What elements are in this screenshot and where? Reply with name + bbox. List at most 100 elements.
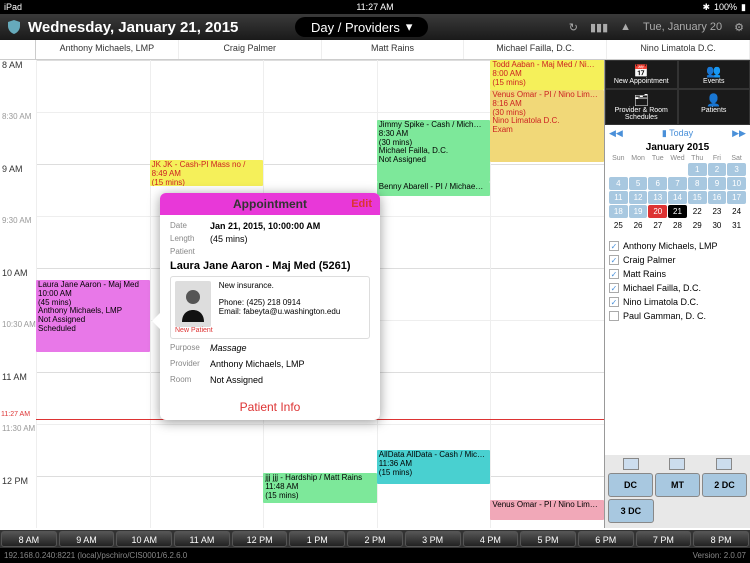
view-selector[interactable]: Day / Providers ▾ bbox=[295, 17, 428, 37]
appointment-block[interactable]: Laura Jane Aaron - Maj Med 10:00 AM (45 … bbox=[36, 280, 150, 352]
appointment-block[interactable]: AllData AllData - Cash / Mic… 11:36 AM (… bbox=[377, 450, 491, 484]
minical-day[interactable]: 27 bbox=[648, 219, 667, 232]
app-header: Wednesday, January 21, 2015 Day / Provid… bbox=[0, 14, 750, 40]
appointment-block[interactable]: Todd Aaban - Maj Med / Ni… 8:00 AM (15 m… bbox=[490, 60, 604, 90]
room-button[interactable]: 2 DC bbox=[702, 473, 747, 497]
minical-day[interactable]: 8 bbox=[688, 177, 707, 190]
hour-jump-button[interactable]: 7 PM bbox=[636, 531, 692, 547]
minical-day[interactable] bbox=[648, 163, 667, 176]
schedules-button[interactable]: 🗂Provider & Room Schedules bbox=[605, 89, 678, 125]
patient-info-button[interactable]: Patient Info bbox=[160, 394, 380, 420]
minical-day[interactable]: 1 bbox=[688, 163, 707, 176]
appointment-block[interactable]: jjj jjj - Hardship / Matt Rains 11:48 AM… bbox=[263, 473, 377, 503]
provider-filter-item[interactable]: ✓Matt Rains bbox=[609, 267, 746, 281]
appointment-block[interactable]: Venus Omar - PI / Nino Lim… 8:16 AM (30 … bbox=[490, 90, 604, 162]
minical-day[interactable]: 12 bbox=[629, 191, 648, 204]
minical-day[interactable] bbox=[629, 163, 648, 176]
device-icon[interactable] bbox=[669, 458, 685, 470]
provider-col: Michael Failla, D.C. bbox=[464, 40, 607, 59]
patients-button[interactable]: 👤Patients bbox=[678, 89, 750, 125]
checkbox-icon[interactable]: ✓ bbox=[609, 255, 619, 265]
time-label: 10 AM bbox=[2, 268, 28, 278]
minical-day[interactable]: 14 bbox=[668, 191, 687, 204]
prev-month-icon[interactable]: ◀◀ bbox=[609, 128, 623, 139]
room-button[interactable]: DC bbox=[608, 473, 653, 497]
hour-jump-button[interactable]: 8 PM bbox=[693, 531, 749, 547]
minical-day[interactable]: 23 bbox=[708, 205, 727, 218]
hour-jump-button[interactable]: 2 PM bbox=[347, 531, 403, 547]
checkbox-icon[interactable]: ✓ bbox=[609, 283, 619, 293]
provider-header-row: Anthony Michaels, LMP Craig Palmer Matt … bbox=[0, 40, 750, 60]
minical-day[interactable]: 9 bbox=[708, 177, 727, 190]
appointment-block[interactable]: Benny Abarell - PI / Michae… bbox=[377, 182, 491, 196]
minical-day[interactable]: 4 bbox=[609, 177, 628, 190]
minical-day[interactable] bbox=[668, 163, 687, 176]
minical-day[interactable]: 17 bbox=[727, 191, 746, 204]
gear-icon[interactable]: ⚙ bbox=[734, 21, 744, 34]
carrier-label: iPad bbox=[4, 2, 22, 12]
next-month-icon[interactable]: ▶▶ bbox=[732, 128, 746, 139]
hour-jump-button[interactable]: 4 PM bbox=[463, 531, 519, 547]
minical-day[interactable]: 15 bbox=[688, 191, 707, 204]
room-button[interactable]: MT bbox=[655, 473, 700, 497]
minical-day[interactable]: 22 bbox=[688, 205, 707, 218]
hour-jump-button[interactable]: 12 PM bbox=[232, 531, 288, 547]
minical-day[interactable]: 10 bbox=[727, 177, 746, 190]
minical-day[interactable] bbox=[609, 163, 628, 176]
minical-day[interactable]: 21 bbox=[668, 205, 687, 218]
checkbox-icon[interactable]: ✓ bbox=[609, 297, 619, 307]
hour-jump-button[interactable]: 8 AM bbox=[1, 531, 57, 547]
minical-day[interactable]: 6 bbox=[648, 177, 667, 190]
minical-day[interactable]: 25 bbox=[609, 219, 628, 232]
prev-day[interactable]: Tue, January 20 bbox=[643, 21, 722, 33]
hour-jump-button[interactable]: 10 AM bbox=[116, 531, 172, 547]
minical-day[interactable]: 24 bbox=[727, 205, 746, 218]
minical-day[interactable]: 30 bbox=[708, 219, 727, 232]
minical-day[interactable]: 29 bbox=[688, 219, 707, 232]
minical-day[interactable]: 31 bbox=[727, 219, 746, 232]
minical-day[interactable]: 3 bbox=[727, 163, 746, 176]
minical-day[interactable]: 11 bbox=[609, 191, 628, 204]
minical-day[interactable]: 16 bbox=[708, 191, 727, 204]
minical-day[interactable]: 2 bbox=[708, 163, 727, 176]
hour-jump-button[interactable]: 5 PM bbox=[520, 531, 576, 547]
patient-name: Laura Jane Aaron - Maj Med (5261) bbox=[170, 260, 370, 272]
minical-day[interactable]: 20 bbox=[648, 205, 667, 218]
checkbox-icon[interactable]: ✓ bbox=[609, 241, 619, 251]
provider-filter-item[interactable]: ✓Anthony Michaels, LMP bbox=[609, 239, 746, 253]
provider-filter-item[interactable]: ✓Michael Failla, D.C. bbox=[609, 281, 746, 295]
alert-icon[interactable]: ▲ bbox=[620, 21, 631, 33]
hour-jump-button[interactable]: 3 PM bbox=[405, 531, 461, 547]
device-icon[interactable] bbox=[623, 458, 639, 470]
provider-filter-item[interactable]: ✓Craig Palmer bbox=[609, 253, 746, 267]
minical-day[interactable]: 26 bbox=[629, 219, 648, 232]
hour-jump-button[interactable]: 1 PM bbox=[289, 531, 345, 547]
provider-filter-item[interactable]: Paul Gamman, D. C. bbox=[609, 309, 746, 323]
today-button[interactable]: ▮ Today bbox=[662, 128, 693, 139]
provider-filter-item[interactable]: ✓Nino Limatola D.C. bbox=[609, 295, 746, 309]
minical-day[interactable]: 19 bbox=[629, 205, 648, 218]
hour-jump-button[interactable]: 11 AM bbox=[174, 531, 230, 547]
minical-day[interactable]: 7 bbox=[668, 177, 687, 190]
room-button[interactable]: 3 DC bbox=[608, 499, 654, 523]
stats-icon[interactable]: ▮▮▮ bbox=[590, 21, 608, 34]
appointment-block[interactable]: JK JK - Cash-PI Mass no / 8:49 AM (15 mi… bbox=[150, 160, 264, 186]
minical-day[interactable]: 28 bbox=[668, 219, 687, 232]
battery-icon: ▮ bbox=[741, 2, 746, 13]
sync-icon[interactable]: ↻ bbox=[569, 21, 578, 34]
edit-button[interactable]: Edit bbox=[351, 198, 372, 210]
email: Email: fabeyta@u.washington.edu bbox=[219, 307, 365, 316]
minical-day[interactable]: 18 bbox=[609, 205, 628, 218]
events-button[interactable]: 👥Events bbox=[678, 60, 750, 89]
checkbox-icon[interactable] bbox=[609, 311, 619, 321]
hour-jump-button[interactable]: 9 AM bbox=[59, 531, 115, 547]
new-appointment-button[interactable]: 📅New Appointment bbox=[605, 60, 678, 89]
appointment-block[interactable]: Venus Omar - PI / Nino Lim… bbox=[490, 500, 604, 520]
minical-day[interactable]: 5 bbox=[629, 177, 648, 190]
device-icon[interactable] bbox=[716, 458, 732, 470]
checkbox-icon[interactable]: ✓ bbox=[609, 269, 619, 279]
appointment-block[interactable]: Jimmy Spike - Cash / Mich… 8:30 AM (30 m… bbox=[377, 120, 491, 182]
hour-jump-button[interactable]: 6 PM bbox=[578, 531, 634, 547]
minical-day[interactable]: 13 bbox=[648, 191, 667, 204]
note: New insurance. bbox=[219, 281, 365, 290]
